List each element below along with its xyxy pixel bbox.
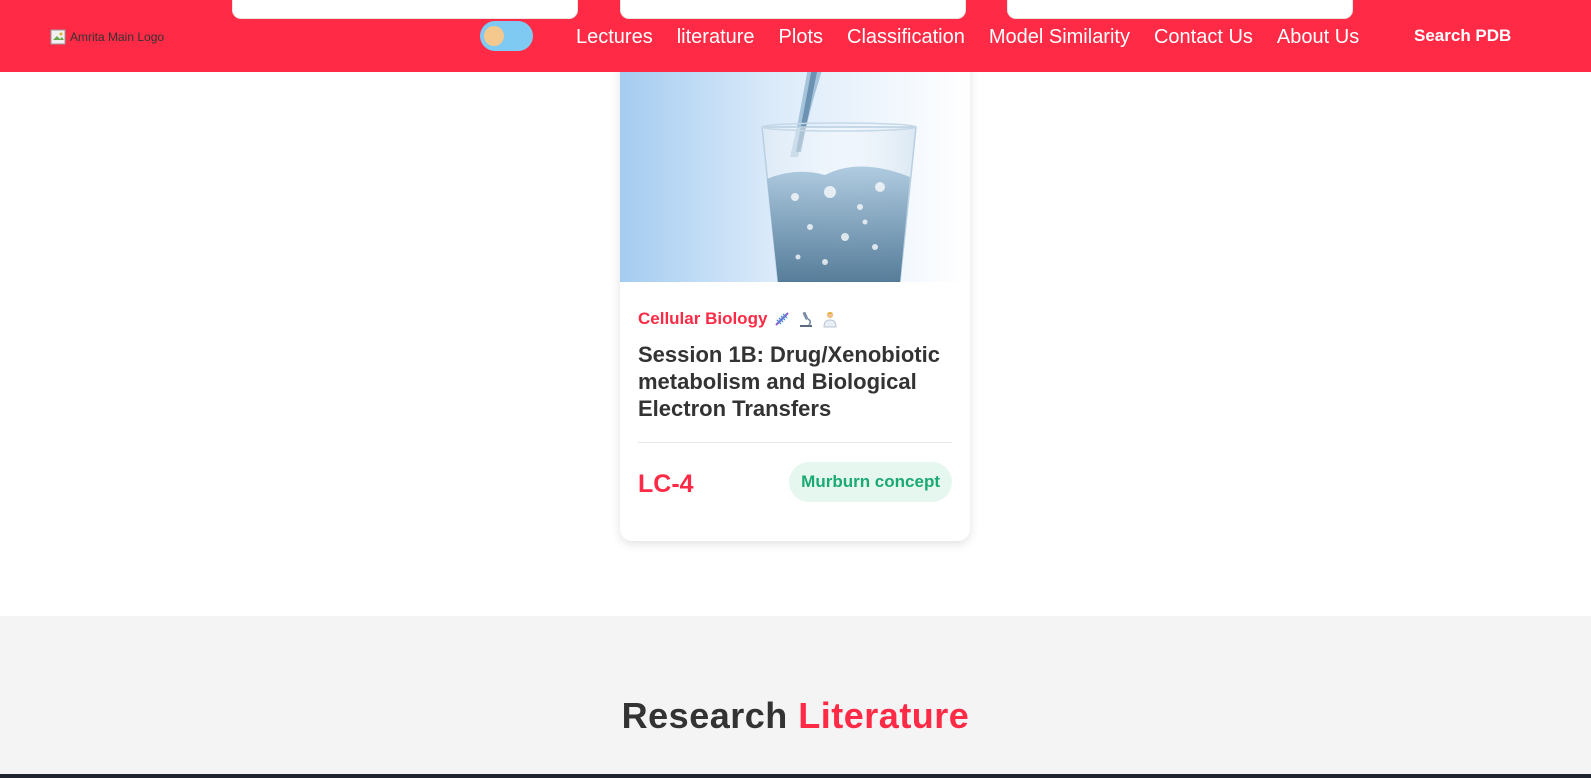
nav-plots[interactable]: Plots	[779, 25, 823, 49]
theme-toggle-switch[interactable]	[480, 21, 533, 51]
research-heading-part2: Literature	[798, 695, 970, 736]
search-pdb-link[interactable]: Search PDB	[1414, 26, 1511, 46]
previous-card-bottom-edge	[620, 0, 966, 19]
lecture-card[interactable]: Cellular Biology Session 1B: Drug/Xenobi…	[620, 57, 970, 541]
category-row: Cellular Biology	[638, 309, 952, 329]
microscope-icon	[797, 310, 815, 328]
broken-image-icon	[49, 27, 69, 47]
nav-model-similarity[interactable]: Model Similarity	[989, 25, 1130, 49]
nav-classification[interactable]: Classification	[847, 25, 965, 49]
nav-literature[interactable]: literature	[677, 25, 755, 49]
lecture-code: LC-4	[638, 470, 694, 498]
sun-icon	[484, 26, 504, 46]
nav-about-us[interactable]: About Us	[1277, 25, 1359, 49]
research-literature-section: Research Literature	[0, 616, 1591, 774]
scientist-icon	[821, 310, 839, 328]
category-label: Cellular Biology	[638, 309, 768, 328]
card-body: Cellular Biology Session 1B: Drug/Xenobi…	[638, 309, 952, 502]
concept-badge[interactable]: Murburn concept	[789, 462, 952, 502]
research-heading: Research Literature	[0, 695, 1591, 737]
logo-alt-text: Amrita Main Logo	[70, 30, 165, 44]
footer-top-edge	[0, 774, 1591, 778]
previous-card-bottom-edge	[232, 0, 578, 19]
lecture-thumbnail-image	[620, 57, 970, 282]
card-divider	[638, 442, 952, 443]
research-heading-part1: Research	[621, 695, 788, 736]
main-nav: Lectures literature Plots Classification…	[576, 25, 1359, 49]
nav-lectures[interactable]: Lectures	[576, 25, 653, 49]
dna-icon	[773, 310, 791, 328]
card-footer: LC-4 Murburn concept	[638, 462, 952, 502]
amrita-logo-link[interactable]: Amrita Main Logo	[49, 27, 164, 47]
lecture-title: Session 1B: Drug/Xenobiotic metabolism a…	[638, 342, 940, 421]
previous-card-bottom-edge	[1007, 0, 1353, 19]
nav-contact-us[interactable]: Contact Us	[1154, 25, 1253, 49]
